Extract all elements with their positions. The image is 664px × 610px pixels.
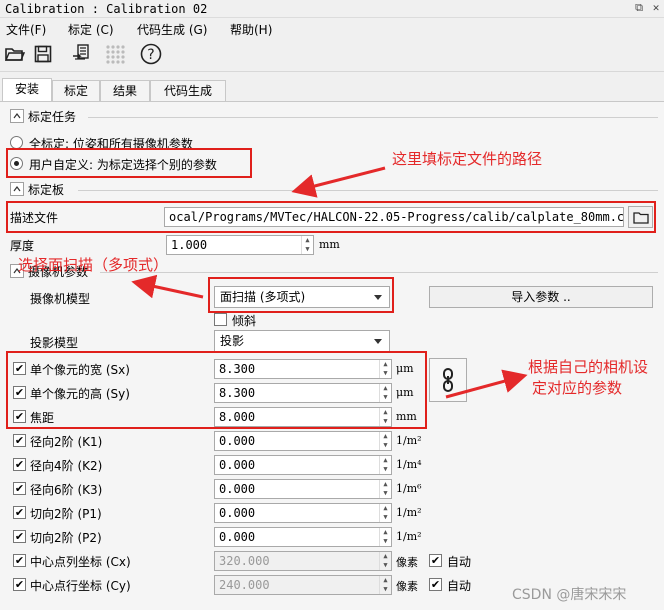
arrow-to-desc-file — [291, 166, 386, 198]
annotation-text-params-1: 根据自己的相机设 — [528, 358, 649, 376]
annotation-text-area-scan: 选择面扫描（多项式） — [18, 256, 169, 274]
arrow-to-camera-model — [131, 274, 204, 299]
annotation-text-path: 这里填标定文件的路径 — [392, 150, 543, 168]
watermark: CSDN @唐宋宋宋 — [512, 587, 627, 603]
annotation-arrows — [131, 166, 528, 399]
arrow-to-params — [445, 369, 528, 399]
annotation-text-params-2: 定对应的参数 — [532, 379, 623, 397]
